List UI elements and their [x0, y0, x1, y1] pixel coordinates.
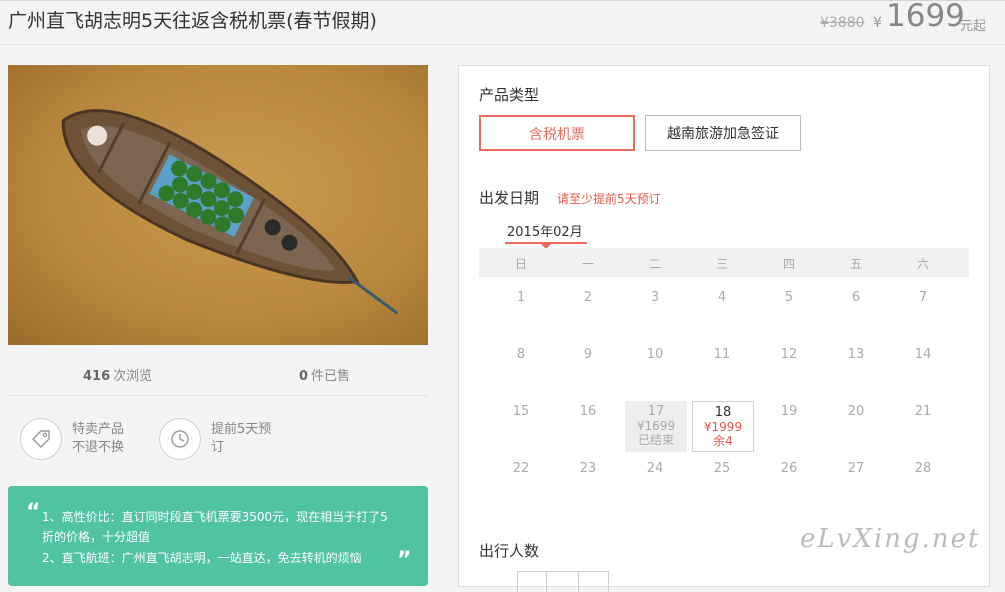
calendar-day: 26	[780, 461, 798, 476]
calendar-day: 1	[516, 290, 526, 305]
close-quote-icon: ”	[397, 548, 412, 573]
product-type-label: 产品类型	[479, 86, 540, 104]
calendar-day: 13	[847, 347, 865, 362]
weekday-sun: 日	[514, 257, 527, 271]
calendar-day: 16	[579, 404, 597, 419]
sold-stat: 0 件已售	[299, 365, 350, 384]
promo-line: 1、高性价比：直订同时段直飞机票要3500元，现在相当于打了5	[42, 510, 388, 524]
calendar-day: 6	[851, 290, 861, 305]
clock-icon	[159, 418, 201, 460]
price-suffix: 元起	[960, 19, 987, 34]
calendar-day: 24	[646, 461, 664, 476]
feature-advance-booking: 提前5天预订	[159, 418, 273, 460]
weekday-fri: 五	[849, 257, 862, 271]
feature-no-refund: 特卖产品不退不换	[20, 418, 134, 460]
weekday-thu: 四	[782, 257, 795, 271]
day-price: ¥1699	[636, 419, 676, 433]
open-quote-icon: “	[26, 500, 41, 525]
promo-line: 折的价格，十分超值	[42, 530, 151, 544]
month-tab[interactable]: 2015年02月	[507, 221, 583, 240]
day-remaining: 余4	[713, 434, 733, 448]
calendar-day: 2	[583, 290, 593, 305]
calendar-day: 22	[512, 461, 530, 476]
calendar-day-ended: 17 ¥1699 已结束	[625, 401, 687, 452]
calendar-day: 15	[512, 404, 530, 419]
boat-photo-illustration	[8, 65, 428, 345]
product-photo	[8, 65, 428, 345]
calendar-day: 4	[717, 290, 727, 305]
calendar-day: 19	[780, 404, 798, 419]
calendar-day: 23	[579, 461, 597, 476]
counter-divider	[578, 572, 579, 592]
calendar-day: 8	[516, 347, 526, 362]
calendar-day: 10	[646, 347, 664, 362]
month-tab-indicator	[505, 242, 587, 249]
day-price: ¥1999	[703, 420, 743, 434]
calendar-day-available[interactable]: 18 ¥1999 余4	[692, 401, 754, 452]
counter-divider	[546, 572, 547, 592]
passengers-label: 出行人数	[479, 542, 540, 560]
departure-date-label: 出发日期	[479, 189, 540, 207]
day-number: 18	[714, 405, 732, 420]
day-number: 17	[647, 404, 665, 419]
calendar-day: 27	[847, 461, 865, 476]
feature-text: 特卖产品不退不换	[72, 422, 125, 455]
weekday-mon: 一	[581, 257, 594, 271]
weekday-wed: 三	[715, 257, 728, 271]
sold-count: 0	[299, 369, 309, 384]
promo-box: “ 1、高性价比：直订同时段直飞机票要3500元，现在相当于打了5 折的价格，十…	[8, 486, 428, 586]
page-title: 广州直飞胡志明5天往返含税机票(春节假期)	[8, 10, 377, 32]
title-bar: 广州直飞胡志明5天往返含税机票(春节假期) ¥3880 ¥ 1699 元起	[0, 0, 1005, 45]
top-divider	[0, 0, 1005, 1]
promo-line: 2、直飞航班：广州直飞胡志明，一站直达，免去转机的烦恼	[42, 551, 362, 565]
weekday-header: 日 一 二 三 四 五 六	[479, 248, 969, 277]
calendar-day: 3	[650, 290, 660, 305]
calendar-day: 5	[784, 290, 794, 305]
calendar-day: 21	[914, 404, 932, 419]
current-price: 1699	[886, 0, 965, 34]
option-vietnam-visa[interactable]: 越南旅游加急签证	[645, 115, 801, 151]
stats-row: 416 次浏览 0 件已售	[8, 355, 428, 396]
original-price: ¥3880	[820, 15, 865, 31]
views-stat: 416 次浏览	[83, 365, 152, 384]
calendar-day: 25	[713, 461, 731, 476]
feature-text: 提前5天预订	[211, 422, 272, 455]
date-hint: 请至少提前5天预订	[557, 192, 661, 206]
calendar-day: 11	[713, 347, 731, 362]
calendar-day: 20	[847, 404, 865, 419]
tag-icon	[20, 418, 62, 460]
sold-label: 件已售	[311, 369, 351, 384]
calendar-day: 12	[780, 347, 798, 362]
calendar-day: 14	[914, 347, 932, 362]
option-tax-inclusive-ticket[interactable]: 含税机票	[479, 115, 635, 151]
weekday-sat: 六	[916, 257, 929, 271]
weekday-tue: 二	[648, 257, 661, 271]
day-status: 已结束	[637, 433, 674, 447]
currency-symbol: ¥	[873, 15, 882, 31]
calendar-day: 28	[914, 461, 932, 476]
calendar-day: 9	[583, 347, 593, 362]
calendar-day: 7	[918, 290, 928, 305]
booking-panel: 产品类型 含税机票 越南旅游加急签证 出发日期 请至少提前5天预订 2015年0…	[458, 65, 990, 592]
passenger-counter[interactable]	[517, 571, 609, 592]
views-label: 次浏览	[113, 369, 153, 384]
watermark: eLvXing.net	[800, 524, 981, 554]
views-count: 416	[83, 369, 111, 384]
